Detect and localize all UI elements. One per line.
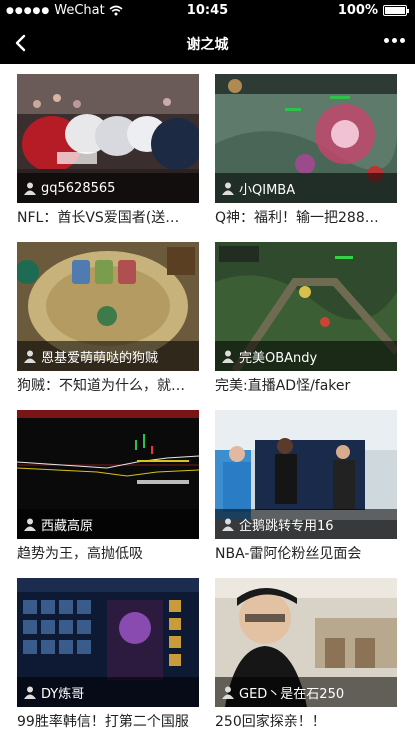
user-icon — [24, 518, 36, 531]
page-title: 谢之城 — [186, 37, 229, 53]
streamer-name: 完美OBAndy — [239, 350, 318, 366]
video-title: 狗贼：不知道为什么，就… — [17, 378, 185, 394]
user-icon — [222, 686, 234, 699]
streamer-name: 小QIMBA — [239, 182, 296, 198]
battery-percentage: 100% — [337, 3, 378, 18]
streamer-name: GED丶是在石250 — [239, 686, 345, 702]
video-card[interactable]: gq5628565 NFL：酋长VS爱国者(送… — [17, 74, 199, 227]
user-icon — [222, 518, 234, 531]
video-thumbnail: gq5628565 — [17, 74, 199, 203]
video-title: Q神：福利！输一把288… — [215, 210, 379, 226]
video-thumbnail: GED丶是在石250 — [215, 578, 397, 707]
video-thumbnail: 恩基爱萌萌哒的狗贼 — [17, 242, 199, 371]
video-thumbnail: 完美OBAndy — [215, 242, 397, 371]
battery-icon — [383, 5, 409, 16]
user-icon — [222, 350, 234, 363]
video-grid: gq5628565 NFL：酋长VS爱国者(送… 小QIMBA Q神：福利！输一… — [0, 64, 415, 737]
video-card[interactable]: 企鹅跳转专用16 NBA-雷阿伦粉丝见面会 — [215, 410, 397, 563]
video-title: NFL：酋长VS爱国者(送… — [17, 210, 180, 226]
navigation-bar: 谢之城 — [0, 22, 415, 64]
video-card[interactable]: GED丶是在石250 250回家探亲！！ — [215, 578, 397, 731]
user-icon — [24, 686, 36, 699]
user-icon — [24, 182, 36, 195]
video-card[interactable]: DY炼哥 99胜率韩信！打第二个国服 — [17, 578, 199, 731]
video-title: 250回家探亲！！ — [215, 714, 326, 730]
video-title: 趋势为王，高抛低吸 — [17, 546, 143, 562]
video-title: 完美:直播AD怪/faker — [215, 378, 351, 394]
more-dots-icon[interactable] — [384, 38, 405, 43]
user-icon — [222, 182, 234, 195]
video-title: 99胜率韩信！打第二个国服 — [17, 714, 189, 730]
video-thumbnail: 企鹅跳转专用16 — [215, 410, 397, 539]
video-card[interactable]: 恩基爱萌萌哒的狗贼 狗贼：不知道为什么，就… — [17, 242, 199, 395]
streamer-name: 企鹅跳转专用16 — [239, 518, 334, 534]
video-thumbnail: DY炼哥 — [17, 578, 199, 707]
video-thumbnail: 小QIMBA — [215, 74, 397, 203]
video-thumbnail: 西藏高原 — [17, 410, 199, 539]
streamer-name: gq5628565 — [41, 180, 116, 196]
video-title: NBA-雷阿伦粉丝见面会 — [215, 546, 362, 562]
user-icon — [24, 350, 36, 363]
video-card[interactable]: 小QIMBA Q神：福利！输一把288… — [215, 74, 397, 227]
video-card[interactable]: 西藏高原 趋势为王，高抛低吸 — [17, 410, 199, 563]
video-card[interactable]: 完美OBAndy 完美:直播AD怪/faker — [215, 242, 397, 395]
status-bar: ●●●●● WeChat 10:45 100% — [0, 0, 415, 22]
streamer-name: 恩基爱萌萌哒的狗贼 — [41, 350, 159, 366]
streamer-name: 西藏高原 — [41, 518, 94, 534]
streamer-name: DY炼哥 — [41, 686, 85, 702]
